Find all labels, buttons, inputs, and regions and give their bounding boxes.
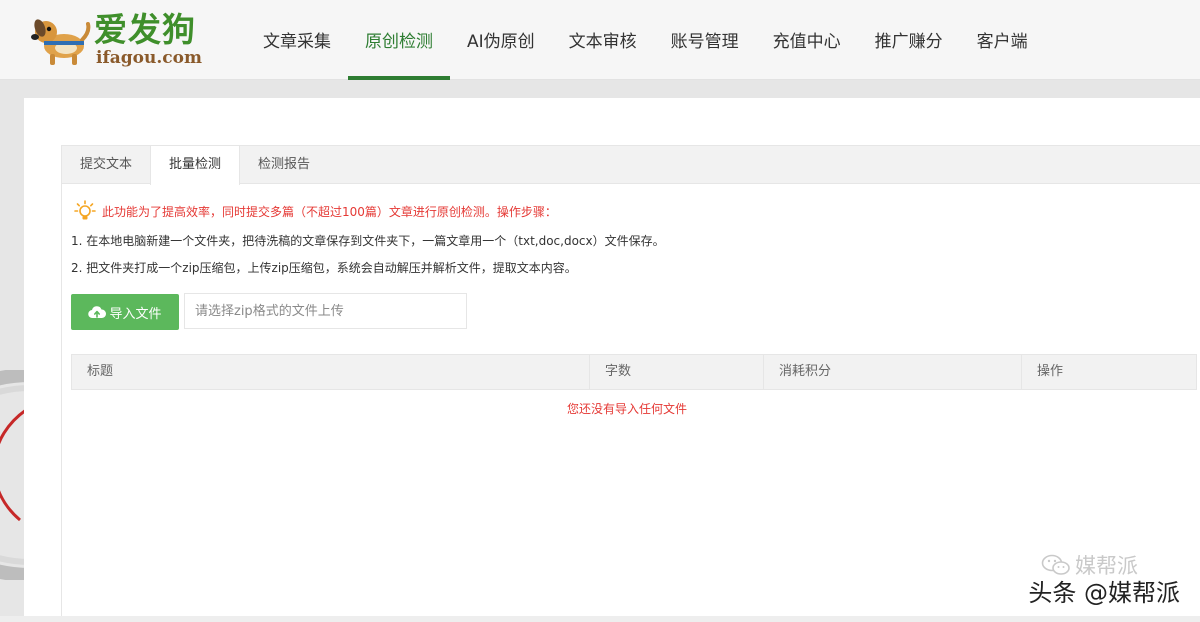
file-table: 标题 字数 消耗积分 操作 您还没有导入任何文件 (71, 354, 1197, 417)
nav-item-ai-rewrite[interactable]: AI伪原创 (450, 0, 552, 80)
tab-submit-text[interactable]: 提交文本 (62, 146, 150, 184)
main-nav: 文章采集 原创检测 AI伪原创 文本审核 账号管理 充值中心 推广赚分 客户端 (246, 0, 1045, 80)
lightbulb-icon (74, 200, 96, 220)
content-panel: 提交文本 批量检测 检测报告 此功能为了提高效率，同时提交多篇（不超过100篇）… (24, 98, 1200, 622)
cloud-upload-icon (88, 306, 107, 319)
nav-item-account[interactable]: 账号管理 (654, 0, 756, 80)
watermark: 媒帮派 头条 @媒帮派 (990, 548, 1180, 608)
column-points-cost: 消耗积分 (764, 355, 1022, 389)
empty-table-message: 您还没有导入任何文件 (566, 402, 687, 416)
brand-domain: ifagou.com (96, 48, 202, 68)
column-title: 标题 (72, 355, 590, 389)
table-header: 标题 字数 消耗积分 操作 (71, 354, 1197, 390)
tip-line: 此功能为了提高效率，同时提交多篇（不超过100篇）文章进行原创检测。操作步骤： (74, 200, 557, 222)
column-actions: 操作 (1037, 364, 1064, 379)
nav-item-originality-check[interactable]: 原创检测 (348, 0, 450, 80)
column-word-count: 字数 (590, 355, 764, 389)
watermark-platform: 头条 @媒帮派 (1028, 579, 1180, 607)
tip-text: 此功能为了提高效率，同时提交多篇（不超过100篇）文章进行原创检测。操作步骤： (102, 204, 557, 219)
brand-name: 爱发狗 (94, 10, 196, 49)
step-1-text: 1. 在本地电脑新建一个文件夹，把待洗稿的文章保存到文件夹下，一篇文章用一个（t… (71, 234, 665, 248)
nav-item-client[interactable]: 客户端 (960, 0, 1045, 80)
nav-item-article-collect[interactable]: 文章采集 (246, 0, 348, 80)
top-header: 爱发狗 ifagou.com 文章采集 原创检测 AI伪原创 文本审核 账号管理… (0, 0, 1200, 80)
bottom-strip (0, 616, 1200, 622)
import-file-button[interactable]: 导入文件 (71, 294, 179, 330)
tab-batch-check[interactable]: 批量检测 (150, 146, 241, 185)
step-2-text: 2. 把文件夹打成一个zip压缩包，上传zip压缩包，系统会自动解压并解析文件，… (71, 261, 577, 275)
zip-file-input[interactable] (184, 293, 467, 329)
tab-bar: 提交文本 批量检测 检测报告 (62, 146, 1200, 185)
tab-check-report[interactable]: 检测报告 (240, 146, 328, 184)
nav-item-recharge[interactable]: 充值中心 (756, 0, 858, 80)
nav-item-text-review[interactable]: 文本审核 (552, 0, 654, 80)
brand-logo[interactable]: 爱发狗 ifagou.com (30, 8, 220, 72)
nav-item-promotion[interactable]: 推广赚分 (858, 0, 960, 80)
dog-mascot-icon (31, 19, 91, 65)
import-file-label: 导入文件 (109, 306, 162, 322)
